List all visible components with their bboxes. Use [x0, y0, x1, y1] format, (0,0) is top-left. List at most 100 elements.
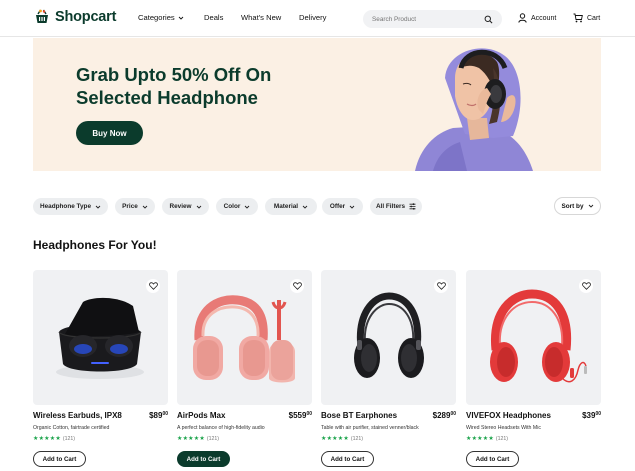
- nav-categories-label: Categories: [138, 13, 175, 22]
- shopping-basket-icon: [33, 8, 51, 26]
- add-to-cart-button[interactable]: Add to Cart: [466, 451, 519, 467]
- product-rating: ★★★★★ (121): [466, 435, 509, 443]
- filter-label: Color: [223, 203, 241, 210]
- price-cents: 00: [595, 411, 601, 417]
- price-whole: $39: [582, 411, 596, 420]
- price-cents: 00: [450, 411, 456, 417]
- filter-label: Price: [122, 203, 138, 210]
- search-bar[interactable]: [363, 10, 502, 28]
- heart-icon: [436, 282, 446, 290]
- filter-offer[interactable]: Offer: [322, 198, 363, 215]
- hero-title: Grab Upto 50% Off On Selected Headphone: [76, 64, 272, 108]
- filter-price[interactable]: Price: [115, 198, 155, 215]
- product-price: $8900: [149, 411, 168, 420]
- product-rating: ★★★★★ (121): [321, 435, 364, 443]
- account-label: Account: [531, 14, 557, 22]
- nav-delivery[interactable]: Delivery: [299, 13, 326, 22]
- section-title: Headphones For You!: [33, 238, 157, 252]
- price-cents: 00: [162, 411, 168, 417]
- product-card[interactable]: Wireless Earbuds, IPX8 $8900 Organic Cot…: [33, 270, 168, 467]
- product-image-container[interactable]: [177, 270, 312, 405]
- product-description: Organic Cotton, fairtrade certified: [33, 425, 110, 431]
- buy-now-button[interactable]: Buy Now: [76, 121, 143, 145]
- review-count: (121): [206, 435, 220, 442]
- product-name[interactable]: Bose BT Earphones: [321, 411, 397, 420]
- price-cents: 00: [306, 411, 312, 417]
- star-rating-icon: ★★★★★: [33, 436, 61, 442]
- filter-label: Material: [273, 203, 299, 210]
- filter-color[interactable]: Color: [216, 198, 258, 215]
- filter-label: Review: [169, 203, 192, 210]
- star-rating-icon: ★★★★★: [321, 436, 349, 442]
- review-count: (121): [495, 435, 509, 442]
- wishlist-button[interactable]: [579, 279, 593, 293]
- heart-icon: [148, 282, 158, 290]
- filter-headphone-type[interactable]: Headphone Type: [33, 198, 108, 215]
- price-whole: $289: [432, 411, 451, 420]
- chevron-down-icon: [245, 205, 250, 209]
- product-rating: ★★★★★ (121): [177, 435, 220, 443]
- filter-label: Headphone Type: [39, 203, 91, 210]
- product-price: $28900: [433, 411, 456, 420]
- star-rating-icon: ★★★★★: [466, 436, 494, 442]
- chevron-down-icon: [178, 16, 184, 20]
- add-to-cart-button[interactable]: Add to Cart: [177, 451, 230, 467]
- search-input[interactable]: [372, 15, 482, 23]
- cart-icon: [573, 13, 583, 23]
- price-whole: $89: [149, 411, 163, 420]
- product-name[interactable]: VIVEFOX Headphones: [466, 411, 551, 420]
- product-image-container[interactable]: [33, 270, 168, 405]
- hero-woman-headphones-image: [415, 48, 533, 171]
- filter-material[interactable]: Material: [265, 198, 317, 215]
- product-name[interactable]: AirPods Max: [177, 411, 225, 420]
- product-rating: ★★★★★ (121): [33, 435, 76, 443]
- hero-banner: Grab Upto 50% Off On Selected Headphone …: [33, 38, 601, 171]
- chevron-down-icon: [95, 205, 101, 209]
- chevron-down-icon: [349, 205, 355, 209]
- product-card[interactable]: AirPods Max $55900 A perfect balance of …: [177, 270, 312, 467]
- product-description: A perfect balance of high-fidelity audio: [177, 425, 265, 431]
- search-icon[interactable]: [484, 15, 493, 24]
- filter-review[interactable]: Review: [162, 198, 209, 215]
- cart-label: Cart: [587, 14, 601, 22]
- filter-all-filters[interactable]: All Filters: [370, 198, 422, 215]
- cart-link[interactable]: Cart: [573, 13, 600, 23]
- account-link[interactable]: Account: [518, 13, 556, 23]
- product-card[interactable]: Bose BT Earphones $28900 Table with air …: [321, 270, 456, 467]
- sliders-icon: [409, 203, 416, 210]
- heart-icon: [581, 282, 591, 290]
- review-count: (121): [62, 435, 76, 442]
- wishlist-button[interactable]: [434, 279, 448, 293]
- nav-whats-new[interactable]: What's New: [241, 13, 281, 22]
- chevron-down-icon: [196, 205, 201, 209]
- brand-name: Shopcart: [55, 9, 117, 25]
- brand-logo[interactable]: Shopcart: [33, 8, 116, 26]
- wishlist-button[interactable]: [146, 279, 160, 293]
- chevron-down-icon: [588, 204, 593, 208]
- filter-label: Offer: [329, 203, 346, 210]
- sort-by-dropdown[interactable]: Sort by: [554, 197, 601, 215]
- product-description: Table with air purifier, stained venner/…: [321, 425, 419, 431]
- add-to-cart-button[interactable]: Add to Cart: [33, 451, 86, 467]
- review-count: (121): [350, 435, 364, 442]
- product-card[interactable]: VIVEFOX Headphones $3900 Wired Stereo He…: [466, 270, 601, 467]
- product-image-container[interactable]: [321, 270, 456, 405]
- product-name[interactable]: Wireless Earbuds, IPX8: [33, 411, 122, 420]
- top-navigation-bar: Shopcart Categories Deals What's New Del…: [0, 0, 635, 37]
- user-icon: [518, 13, 527, 23]
- product-price: $3900: [582, 411, 601, 420]
- add-to-cart-button[interactable]: Add to Cart: [321, 451, 374, 467]
- nav-categories[interactable]: Categories: [138, 13, 184, 22]
- heart-icon: [292, 282, 302, 290]
- product-price: $55900: [289, 411, 312, 420]
- chevron-down-icon: [142, 205, 148, 209]
- chevron-down-icon: [302, 205, 308, 209]
- filter-label: All Filters: [375, 203, 406, 210]
- product-image-container[interactable]: [466, 270, 601, 405]
- price-whole: $559: [288, 411, 307, 420]
- product-description: Wired Stereo Headsets With Mic: [466, 425, 541, 431]
- star-rating-icon: ★★★★★: [177, 436, 205, 442]
- wishlist-button[interactable]: [290, 279, 304, 293]
- sort-label: Sort by: [561, 202, 584, 210]
- nav-deals[interactable]: Deals: [204, 13, 223, 22]
